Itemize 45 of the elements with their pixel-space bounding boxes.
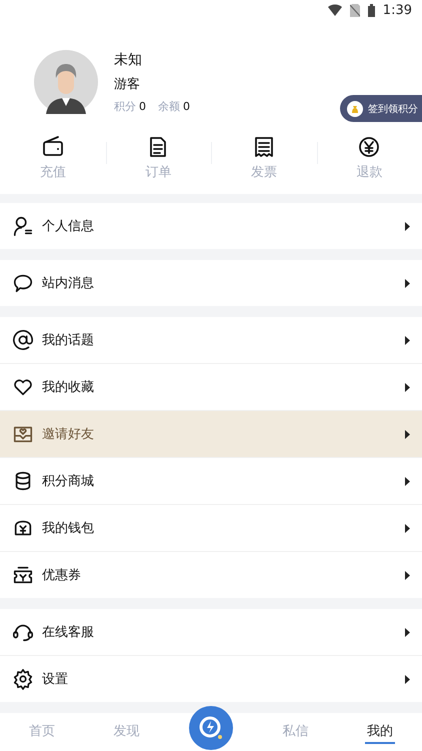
battery-icon (368, 4, 375, 17)
speech-bubble-icon (12, 272, 34, 294)
avatar (34, 50, 98, 114)
caret-icon (405, 278, 410, 288)
caret-icon (405, 524, 410, 533)
yen-icon (357, 135, 382, 160)
user-role: 游客 (114, 76, 141, 93)
menu-label: 我的收藏 (42, 379, 95, 396)
menu-row[interactable]: 我的收藏 (0, 363, 422, 410)
menu-label: 优惠券 (42, 567, 82, 584)
caret-icon (405, 430, 410, 439)
user-name: 未知 (114, 50, 143, 69)
wifi-icon (328, 4, 342, 16)
at-sign-icon (12, 329, 34, 352)
money-bag-icon (347, 100, 363, 117)
menu-label: 邀请好友 (42, 426, 95, 444)
search-icon (198, 715, 224, 742)
menu-label: 我的话题 (42, 332, 95, 350)
caret-icon (405, 570, 410, 580)
stat-value: 0 (183, 100, 190, 113)
caret-icon (405, 628, 410, 637)
menu-label: 在线客服 (42, 624, 95, 642)
nav-tab[interactable]: 我的 (364, 720, 395, 744)
stat-label: 积分 (114, 100, 136, 113)
menu-label: 设置 (42, 671, 69, 688)
menu-label: 个人信息 (42, 218, 95, 236)
quick-search-button[interactable] (188, 706, 233, 750)
menu-label: 积分商城 (42, 473, 95, 490)
caret-icon (405, 382, 410, 392)
menu-label: 我的钱包 (42, 520, 95, 538)
caret-icon (405, 674, 410, 684)
checkin-button[interactable]: 签到领积分 (340, 95, 422, 122)
caret-icon (405, 476, 410, 486)
stat-label: 余额 (158, 100, 180, 113)
status-time: 1:39 (382, 2, 412, 18)
stat-value: 0 (139, 100, 146, 113)
menu-label: 站内消息 (42, 275, 95, 292)
no-sim-icon (350, 4, 360, 17)
settings-icon (12, 668, 34, 690)
menu-row[interactable]: 邀请好友 (0, 410, 422, 458)
menu-row[interactable]: 我的钱包 (0, 504, 422, 552)
menu-row[interactable]: 积分商城 (0, 457, 422, 504)
caret-icon (405, 222, 410, 231)
caret-icon (405, 336, 410, 345)
user-icon (12, 215, 34, 238)
